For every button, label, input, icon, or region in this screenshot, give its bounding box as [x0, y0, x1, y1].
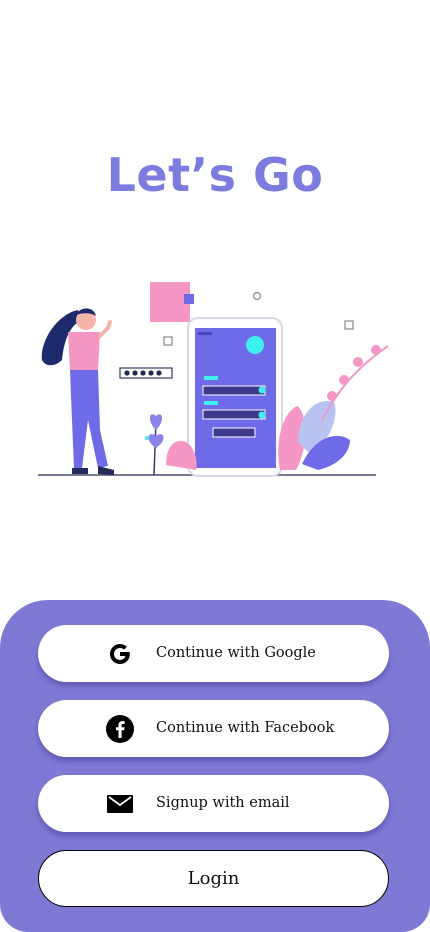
google-button-label: Continue with Google: [156, 645, 316, 661]
login-button[interactable]: Login: [38, 850, 389, 907]
facebook-icon: [106, 715, 134, 743]
mail-icon: [106, 790, 134, 818]
continue-with-google-button[interactable]: Continue with Google: [38, 625, 389, 682]
email-button-label: Signup with email: [156, 795, 290, 811]
page-title: Let’s Go: [106, 148, 324, 202]
facebook-button-label: Continue with Facebook: [156, 720, 335, 736]
login-illustration: [38, 282, 389, 477]
signup-with-email-button[interactable]: Signup with email: [38, 775, 389, 832]
login-button-label: Login: [187, 868, 240, 889]
continue-with-facebook-button[interactable]: Continue with Facebook: [38, 700, 389, 757]
google-icon: [106, 640, 134, 668]
